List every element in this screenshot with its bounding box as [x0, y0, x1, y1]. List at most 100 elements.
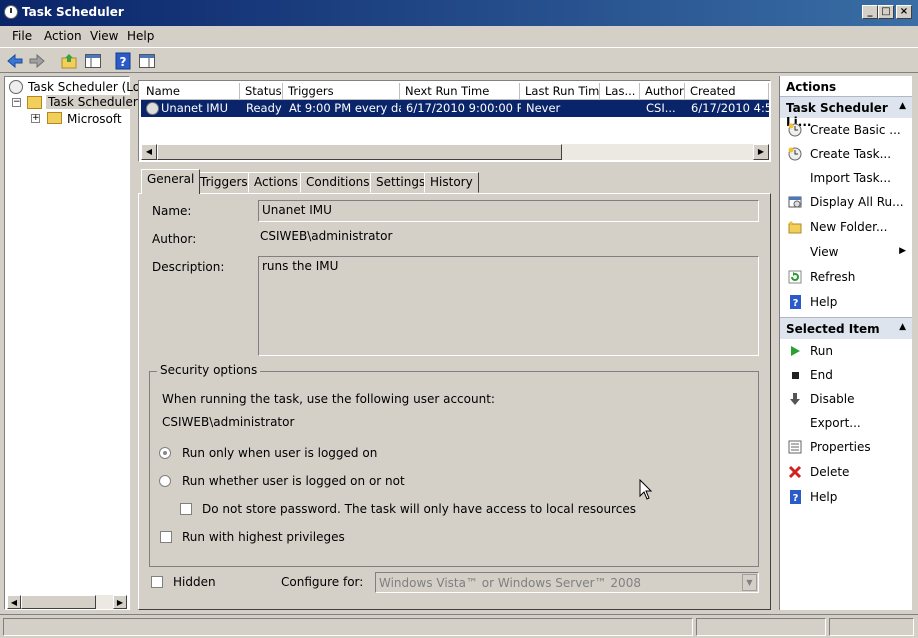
menu-bar: File Action View Help [0, 26, 918, 46]
security-account-value: CSIWEB\administrator [162, 415, 295, 429]
scroll-thumb[interactable] [157, 144, 562, 160]
description-field[interactable]: runs the IMU [258, 256, 759, 356]
help-icon[interactable]: ? [114, 52, 132, 70]
action-end[interactable]: End [780, 365, 912, 387]
collapse-icon[interactable]: − [12, 98, 21, 107]
menu-file[interactable]: File [12, 29, 32, 43]
tree-horizontal-scrollbar[interactable]: ◀ ▶ [7, 595, 127, 609]
help-icon: ? [790, 490, 801, 504]
create-basic-task-icon [788, 123, 802, 137]
action-import-task[interactable]: Import Task... [780, 168, 912, 190]
tab-settings[interactable]: Settings [370, 172, 432, 193]
action-label: Display All Ru... [810, 195, 904, 209]
action-delete[interactable]: Delete [780, 462, 912, 484]
column-header-triggers[interactable]: Triggers [283, 83, 400, 100]
tab-actions[interactable]: Actions [248, 172, 304, 193]
action-label: Help [810, 490, 838, 504]
security-options-group: Security options When running the task, … [149, 363, 759, 567]
scroll-right-icon[interactable]: ▶ [753, 144, 769, 160]
column-header-last-result[interactable]: Las... [600, 83, 640, 100]
checkbox-do-not-store-password[interactable] [180, 503, 192, 515]
action-refresh[interactable]: Refresh [780, 267, 912, 289]
general-tab-panel: Name: Unanet IMU Author: CSIWEB\administ… [138, 193, 771, 610]
collapse-up-icon[interactable]: ▲ [899, 101, 906, 111]
tab-conditions[interactable]: Conditions [300, 172, 376, 193]
expand-icon[interactable]: + [31, 114, 40, 123]
action-new-folder[interactable]: New Folder... [780, 217, 912, 239]
maximize-button[interactable]: □ [878, 5, 894, 19]
action-disable[interactable]: Disable [780, 389, 912, 411]
column-header-status[interactable]: Status [240, 83, 283, 100]
status-pane-3 [829, 618, 914, 636]
action-help-selected[interactable]: ? Help [780, 487, 912, 509]
action-export[interactable]: Export... [780, 413, 912, 435]
scroll-thumb[interactable] [21, 595, 96, 609]
column-header-author[interactable]: Author [640, 83, 685, 100]
scroll-left-icon[interactable]: ◀ [141, 144, 157, 160]
chevron-down-icon[interactable]: ▼ [742, 574, 757, 591]
radio-run-whether[interactable] [159, 475, 171, 487]
action-label: View [810, 245, 839, 259]
title-bar: Task Scheduler _ □ × [0, 0, 918, 26]
section-task-scheduler-library[interactable]: Task Scheduler Li... ▲ [780, 96, 912, 129]
task-list: Name Status Triggers Next Run Time Last … [138, 80, 771, 162]
menu-help[interactable]: Help [127, 29, 154, 43]
configure-for-select[interactable]: Windows Vista™ or Windows Server™ 2008 ▼ [375, 572, 759, 593]
action-label: Refresh [810, 270, 856, 284]
collapse-up-icon[interactable]: ▲ [899, 322, 906, 332]
status-pane-main [3, 618, 693, 636]
tree-library-label: Task Scheduler L [46, 95, 151, 109]
scroll-right-icon[interactable]: ▶ [113, 595, 127, 609]
tab-general[interactable]: General [141, 169, 201, 194]
cell-last-run: Never [526, 101, 561, 115]
action-label: Properties [810, 440, 871, 454]
action-label: End [810, 368, 833, 382]
table-row[interactable]: Unanet IMU Ready At 9:00 PM every day 6/… [141, 100, 769, 117]
up-folder-icon[interactable] [60, 52, 78, 70]
cell-author: CSI... [646, 101, 676, 115]
scroll-left-icon[interactable]: ◀ [7, 595, 21, 609]
tree-item-library[interactable]: − Task Scheduler L [5, 95, 151, 111]
action-label: New Folder... [810, 220, 888, 234]
close-button[interactable]: × [896, 5, 912, 19]
minimize-button[interactable]: _ [862, 5, 878, 19]
show-hide-tree-icon[interactable] [84, 52, 102, 70]
column-header-next-run[interactable]: Next Run Time [400, 83, 520, 100]
name-field[interactable]: Unanet IMU [258, 200, 759, 222]
action-view[interactable]: View ▶ [780, 242, 912, 264]
column-header-created[interactable]: Created [685, 83, 769, 100]
status-bar [0, 614, 918, 638]
properties-icon [788, 440, 802, 454]
list-horizontal-scrollbar[interactable]: ◀ ▶ [141, 144, 769, 160]
checkbox-hidden[interactable] [151, 576, 163, 588]
tab-triggers[interactable]: Triggers [194, 172, 254, 193]
action-properties[interactable]: Properties [780, 437, 912, 459]
section-selected-item[interactable]: Selected Item ▲ [780, 317, 912, 339]
menu-view[interactable]: View [90, 29, 118, 43]
action-create-task[interactable]: Create Task... [780, 144, 912, 166]
create-task-icon [788, 147, 802, 161]
cell-created: 6/17/2010 4:59: [691, 101, 769, 115]
show-hide-action-pane-icon[interactable] [138, 52, 156, 70]
configure-for-value: Windows Vista™ or Windows Server™ 2008 [379, 576, 641, 590]
do-not-store-password-label: Do not store password. The task will onl… [202, 502, 636, 516]
action-display-all-running[interactable]: Display All Ru... [780, 192, 912, 214]
tab-history[interactable]: History [424, 172, 479, 193]
column-header-name[interactable]: Name [141, 83, 240, 100]
radio-run-whether-label: Run whether user is logged on or not [182, 474, 405, 488]
forward-arrow-icon[interactable] [28, 52, 46, 70]
svg-text:?: ? [793, 298, 799, 309]
back-arrow-icon[interactable] [6, 52, 24, 70]
menu-action[interactable]: Action [44, 29, 82, 43]
action-create-basic-task[interactable]: Create Basic ... [780, 120, 912, 142]
column-header-last-run[interactable]: Last Run Time [520, 83, 600, 100]
author-label: Author: [152, 232, 197, 246]
cell-name: Unanet IMU [161, 101, 229, 115]
radio-run-logged-on[interactable] [159, 447, 171, 459]
action-label: Help [810, 295, 838, 309]
svg-text:?: ? [120, 55, 127, 69]
checkbox-highest-privileges[interactable] [160, 531, 172, 543]
action-help[interactable]: ? Help [780, 292, 912, 314]
action-run[interactable]: Run [780, 341, 912, 363]
name-label: Name: [152, 204, 192, 218]
